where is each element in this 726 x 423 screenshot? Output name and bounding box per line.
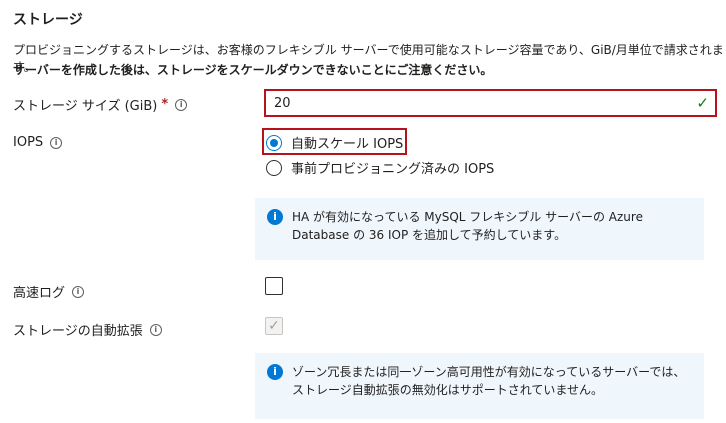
auto-grow-checkbox[interactable]: ✓ — [265, 317, 283, 335]
storage-size-input-wrapper: ✓ — [264, 89, 717, 117]
fast-log-checkbox[interactable] — [265, 277, 283, 295]
auto-grow-label: ストレージの自動拡張 — [13, 324, 143, 339]
info-icon[interactable]: i — [72, 285, 85, 298]
info-icon[interactable]: i — [149, 323, 162, 336]
checkmark-icon: ✓ — [268, 318, 280, 334]
auto-grow-info-box: i ゾーン冗長または同一ゾーン高可用性が有効になっているサーバーでは、ストレージ… — [255, 353, 704, 419]
radio-option-preprovisioned[interactable]: 事前プロビジョニング済みの IOPS — [266, 158, 494, 177]
info-icon: i — [267, 364, 283, 380]
iops-label: IOPS — [13, 135, 44, 150]
radio-selected-icon[interactable] — [266, 134, 282, 151]
required-mark: * — [161, 97, 169, 112]
radio-option-auto-scale[interactable]: 自動スケール IOPS — [266, 133, 403, 152]
info-icon[interactable]: i — [50, 136, 63, 149]
section-warning: サーバーを作成した後は、ストレージをスケールダウンできないことにご注意ください。 — [13, 63, 493, 77]
storage-size-input[interactable] — [274, 92, 684, 114]
info-icon: i — [267, 209, 283, 225]
radio-unselected-icon[interactable] — [266, 159, 282, 176]
auto-grow-info-text: ゾーン冗長または同一ゾーン高可用性が有効になっているサーバーでは、ストレージ自動… — [292, 365, 686, 397]
section-title: ストレージ — [13, 12, 83, 28]
storage-size-label: ストレージ サイズ (GiB) — [13, 99, 158, 114]
iops-label-row: IOPS i — [13, 135, 63, 150]
storage-size-label-row: ストレージ サイズ (GiB) * i — [13, 95, 188, 114]
checkmark-icon: ✓ — [696, 94, 709, 112]
info-icon[interactable]: i — [175, 98, 188, 111]
fast-log-label-row: 高速ログ i — [13, 282, 85, 301]
iops-info-box: i HA が有効になっている MySQL フレキシブル サーバーの Azure … — [255, 198, 704, 260]
fast-log-label: 高速ログ — [13, 286, 66, 301]
radio-label: 事前プロビジョニング済みの IOPS — [291, 162, 495, 177]
auto-grow-label-row: ストレージの自動拡張 i — [13, 320, 162, 339]
radio-label: 自動スケール IOPS — [291, 137, 404, 152]
iops-info-text: HA が有効になっている MySQL フレキシブル サーバーの Azure Da… — [292, 210, 643, 242]
